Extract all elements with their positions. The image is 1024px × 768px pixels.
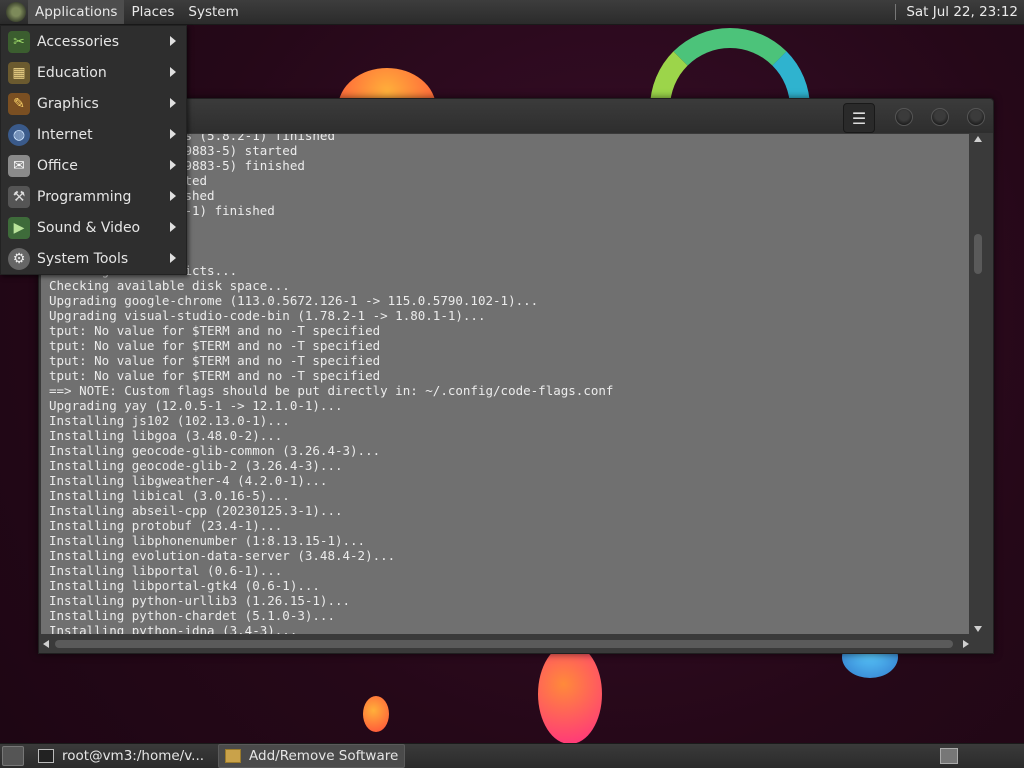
terminal-line: Installing evolution-data-server (3.48.4… [49,548,396,563]
scroll-up-icon[interactable] [974,136,982,142]
terminal-line: Installing python-idna (3.4-3)... [49,623,298,634]
distro-logo-icon[interactable] [6,2,26,22]
submenu-arrow-icon [170,98,176,108]
terminal-line: Installing python-urllib3 (1.26.15-1)... [49,593,351,608]
top-panel: Applications Places System Sat Jul 22, 2… [0,0,1024,25]
submenu-arrow-icon [170,36,176,46]
clock-area: Sat Jul 22, 23:12 [895,0,1024,24]
scrollbar-thumb[interactable] [974,234,982,274]
taskbar-item-label: Add/Remove Software [249,748,399,764]
terminal-line: Installing abseil-cpp (20230125.3-1)... [49,503,343,518]
menu-item-accessories[interactable]: ✂ Accessories [1,26,186,57]
system-menu[interactable]: System [181,0,245,24]
wallpaper-orange-blob [538,644,602,744]
menu-item-label: Internet [37,126,93,143]
menu-item-system-tools[interactable]: ⚙ System Tools [1,243,186,274]
scrollbar-thumb[interactable] [55,640,953,648]
terminal-line: Upgrading google-chrome (113.0.5672.126-… [49,293,539,308]
terminal-line: Installing libportal-gtk4 (0.6-1)... [49,578,320,593]
menu-item-sound-video[interactable]: ▶ Sound & Video [1,212,186,243]
terminal-line: tput: No value for $TERM and no -T speci… [49,353,381,368]
terminal-line: Installing geocode-glib-2 (3.26.4-3)... [49,458,343,473]
menu-item-label: Education [37,64,107,81]
scroll-down-icon[interactable] [974,626,982,632]
menu-item-label: Sound & Video [37,219,141,236]
terminal-line: tput: No value for $TERM and no -T speci… [49,368,381,383]
menu-item-label: Office [37,157,78,174]
scroll-left-icon[interactable] [43,640,49,648]
vertical-scrollbar[interactable] [971,134,985,634]
minimize-button[interactable] [895,108,913,126]
menu-item-label: System Tools [37,250,129,267]
submenu-arrow-icon [170,253,176,263]
wallpaper-orange-blob [363,696,389,732]
submenu-arrow-icon [170,67,176,77]
menu-item-office[interactable]: ✉ Office [1,150,186,181]
sound-video-icon: ▶ [8,216,30,239]
accessories-icon: ✂ [8,30,30,53]
menu-item-internet[interactable]: ◍ Internet [1,119,186,150]
panel-separator [895,4,897,20]
graphics-icon: ✎ [8,92,30,115]
horizontal-scrollbar[interactable] [41,637,971,651]
clock[interactable]: Sat Jul 22, 23:12 [906,4,1024,20]
terminal-line: Installing libgweather-4 (4.2.0-1)... [49,473,328,488]
terminal-line: Upgrading visual-studio-code-bin (1.78.2… [49,308,486,323]
terminal-line: Upgrading yay (12.0.5-1 -> 12.1.0-1)... [49,398,343,413]
submenu-arrow-icon [170,160,176,170]
terminal-line: tput: No value for $TERM and no -T speci… [49,323,381,338]
terminal-line: Installing libportal (0.6-1)... [49,563,283,578]
menu-item-label: Graphics [37,95,99,112]
submenu-arrow-icon [170,191,176,201]
close-button[interactable] [967,108,985,126]
taskbar-item-terminal[interactable]: root@vm3:/home/v... [32,745,210,767]
terminal-line: Checking available disk space... [49,278,290,293]
maximize-button[interactable] [931,108,949,126]
internet-icon: ◍ [8,123,30,146]
menu-item-label: Accessories [37,33,120,50]
office-icon: ✉ [8,154,30,177]
menu-item-education[interactable]: ▦ Education [1,57,186,88]
system-tools-icon: ⚙ [8,247,30,270]
education-icon: ▦ [8,61,30,84]
terminal-line: tput: No value for $TERM and no -T speci… [49,338,381,353]
terminal-line: Installing libgoa (3.48.0-2)... [49,428,283,443]
terminal-line: Installing libical (3.0.16-5)... [49,488,290,503]
scroll-right-icon[interactable] [963,640,969,648]
terminal-line: ==> NOTE: Custom flags should be put dir… [49,383,614,398]
menu-item-programming[interactable]: ⚒ Programming [1,181,186,212]
applications-menu[interactable]: Applications [28,0,125,24]
taskbar-item-label: root@vm3:/home/v... [62,748,205,764]
terminal-line: Installing libphonenumber (1:8.13.15-1).… [49,533,366,548]
submenu-arrow-icon [170,222,176,232]
bottom-taskbar: root@vm3:/home/v... Add/Remove Software [0,743,1024,768]
taskbar-item-add-remove-software[interactable]: Add/Remove Software [218,744,406,768]
menu-item-label: Programming [37,188,132,205]
menu-item-graphics[interactable]: ✎ Graphics [1,88,186,119]
programming-icon: ⚒ [8,185,30,208]
show-desktop-button[interactable] [2,746,24,766]
terminal-line: Installing js102 (102.13.0-1)... [49,413,290,428]
applications-dropdown: ✂ Accessories ▦ Education ✎ Graphics ◍ I… [0,25,187,275]
workspace-switcher[interactable] [940,748,958,764]
terminal-line: Installing geocode-glib-common (3.26.4-3… [49,443,381,458]
terminal-line: Installing python-chardet (5.1.0-3)... [49,608,335,623]
hamburger-menu-icon[interactable]: ☰ [843,103,875,133]
places-menu[interactable]: Places [124,0,181,24]
terminal-line: Installing protobuf (23.4-1)... [49,518,283,533]
package-icon [225,749,242,763]
submenu-arrow-icon [170,129,176,139]
terminal-icon [38,749,54,763]
